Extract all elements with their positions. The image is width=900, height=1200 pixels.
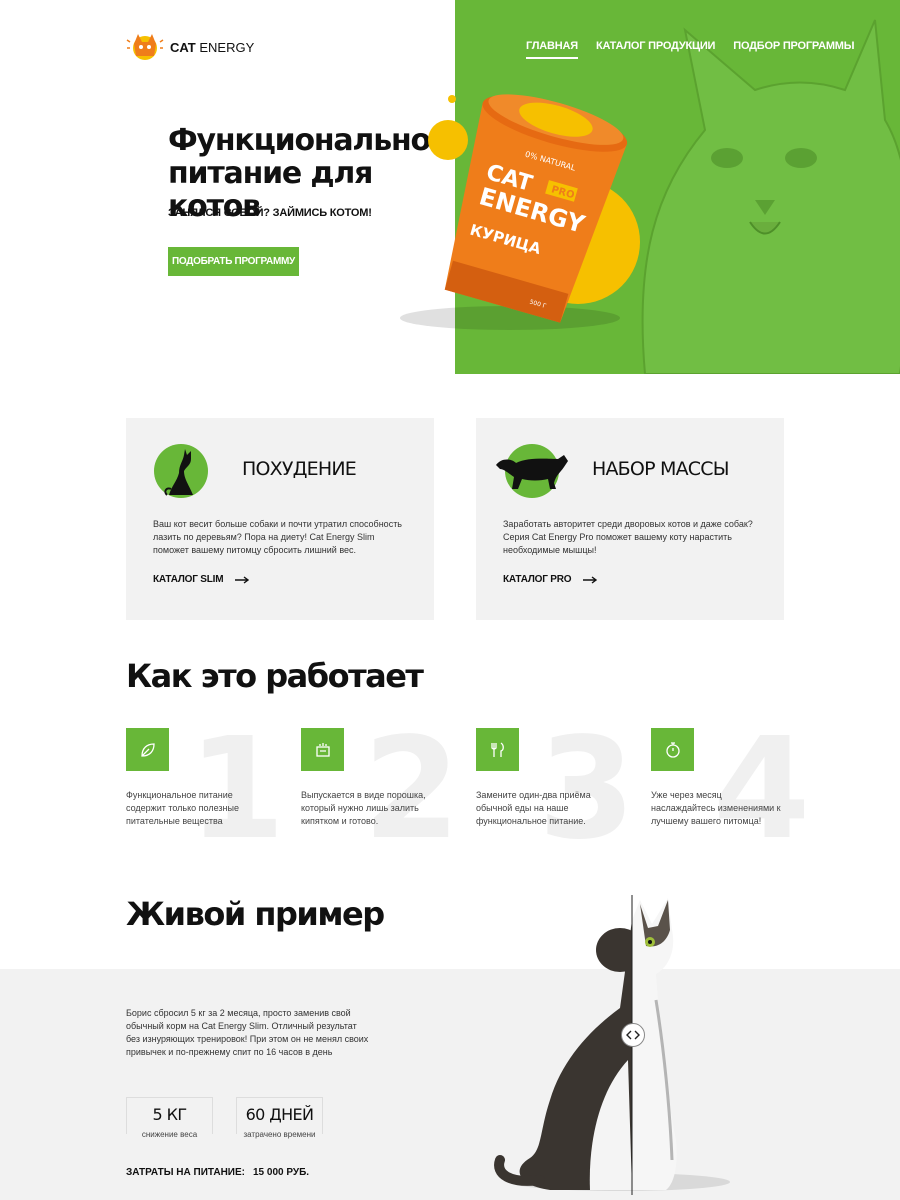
catalog-pro-label: КАТАЛОГ PRO	[503, 574, 572, 585]
step-4-icon-box	[651, 728, 694, 771]
step-1-icon-box	[126, 728, 169, 771]
product-package-image: 0% NATURAL CAT PRO ENERGY КУРИЦА 500 Г	[400, 94, 640, 330]
compare-slider-handle[interactable]	[621, 1023, 645, 1047]
card-slim: ПОХУДЕНИЕ Ваш кот весит больше собаки и …	[126, 418, 434, 620]
stat-time: 60 ДНЕЙ затрачено времени	[236, 1097, 323, 1139]
nav-item-home[interactable]: ГЛАВНАЯ	[526, 40, 578, 59]
step-1: 1 Функциональное питание содержит только…	[126, 720, 286, 860]
leaf-icon	[140, 742, 155, 757]
card-pro-text: Заработать авторитет среди дворовых кото…	[503, 519, 753, 555]
card-pro: НАБОР МАССЫ Заработать авторитет среди д…	[476, 418, 784, 620]
cutlery-icon	[490, 741, 504, 757]
hero-subtitle: ЗАНЯЛСЯ СОБОЙ? ЗАЙМИСЬ КОТОМ!	[168, 207, 372, 219]
catalog-pro-link[interactable]: КАТАЛОГ PRO	[503, 574, 598, 585]
catalog-slim-label: КАТАЛОГ SLIM	[153, 574, 224, 585]
step-3-icon-box	[476, 728, 519, 771]
step-4-text: Уже через месяц наслаждайтесь изменениям…	[651, 790, 781, 826]
step-1-text: Функциональное питание содержит только п…	[126, 790, 239, 826]
stopwatch-icon	[665, 741, 680, 758]
yellow-dot	[448, 95, 456, 103]
catalog-slim-link[interactable]: КАТАЛОГ SLIM	[153, 574, 250, 585]
choose-program-button[interactable]: ПОДОБРАТЬ ПРОГРАММУ	[168, 247, 299, 276]
live-example-title: Живой пример	[126, 895, 385, 933]
step-2-icon-box	[301, 728, 344, 771]
step-4: 4 Уже через месяц наслаждайтесь изменени…	[651, 720, 811, 860]
main-nav: ГЛАВНАЯ КАТАЛОГ ПРОДУКЦИИ ПОДБОР ПРОГРАМ…	[526, 40, 855, 59]
step-3: 3 Замените один-два приёма обычной еды н…	[476, 720, 636, 860]
kettle-icon	[315, 742, 330, 757]
cat-logo-icon	[126, 34, 164, 60]
cost-value: 15 000 РУБ.	[253, 1167, 310, 1178]
slider-arrows-icon	[626, 1030, 640, 1040]
logo[interactable]: CAT ENERGY	[126, 30, 254, 64]
stat-weight: 5 КГ снижение веса	[126, 1097, 213, 1139]
yellow-circle-small	[428, 120, 468, 160]
how-it-works-title: Как это работает	[126, 657, 424, 695]
example-background	[0, 969, 900, 1200]
sitting-cat-icon	[154, 444, 208, 498]
arrow-right-icon	[583, 575, 598, 584]
card-pro-title: НАБОР МАССЫ	[592, 458, 729, 480]
panther-icon	[496, 444, 568, 498]
brand-name-rest: ENERGY	[195, 39, 255, 55]
stat-weight-caption: снижение веса	[127, 1130, 212, 1139]
example-text: Борис сбросил 5 кг за 2 месяца, просто з…	[126, 1008, 369, 1057]
nav-item-program[interactable]: ПОДБОР ПРОГРАММЫ	[733, 40, 854, 59]
before-after-cat-image	[494, 895, 730, 1195]
nav-item-catalog[interactable]: КАТАЛОГ ПРОДУКЦИИ	[596, 40, 715, 59]
step-2-text: Выпускается в виде порошка, который нужн…	[301, 790, 426, 826]
card-slim-text: Ваш кот весит больше собаки и почти утра…	[153, 519, 402, 555]
stat-time-caption: затрачено времени	[237, 1130, 322, 1139]
cost-label: ЗАТРАТЫ НА ПИТАНИЕ:	[126, 1167, 245, 1178]
stat-time-value: 60 ДНЕЙ	[245, 1105, 314, 1124]
stat-weight-value: 5 КГ	[152, 1105, 188, 1124]
card-slim-title: ПОХУДЕНИЕ	[242, 458, 357, 480]
step-3-text: Замените один-два приёма обычной еды на …	[476, 790, 591, 826]
brand-name-bold: CAT	[170, 39, 196, 55]
step-2: 2 Выпускается в виде порошка, который ну…	[301, 720, 461, 860]
arrow-right-icon	[235, 575, 250, 584]
